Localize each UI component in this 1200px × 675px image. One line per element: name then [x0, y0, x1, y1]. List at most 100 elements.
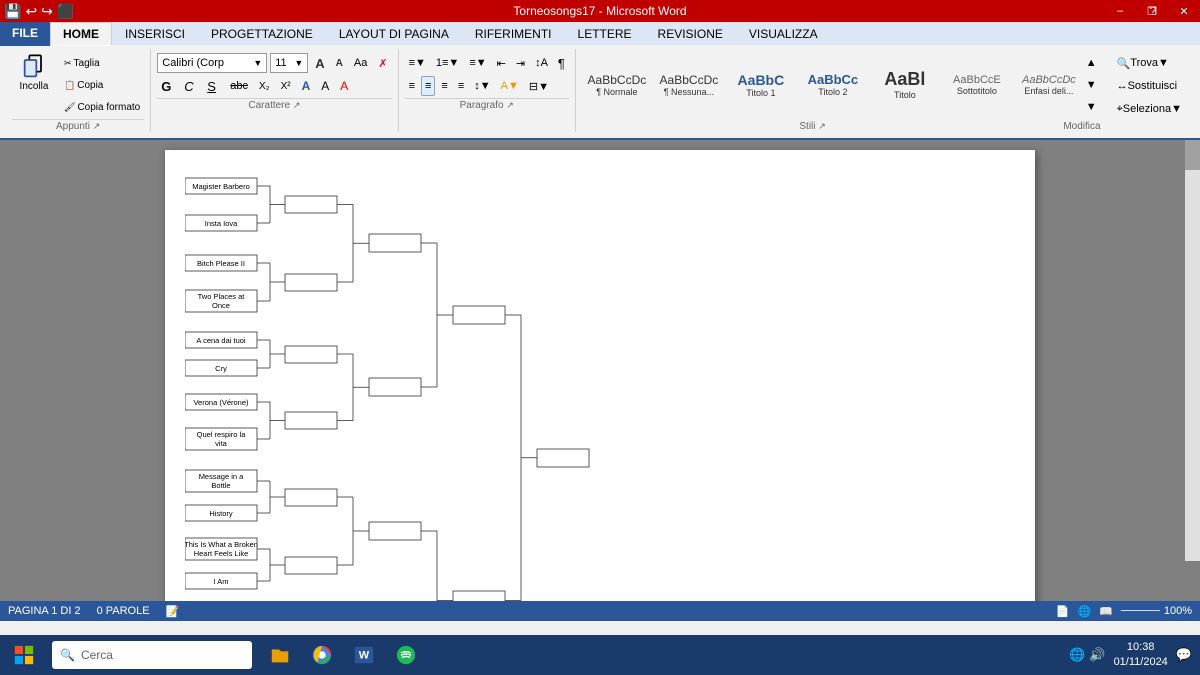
document-area: Magister Barbero Insta Iova Bitch Please… [0, 140, 1200, 601]
strikethrough-button[interactable]: abc [226, 76, 252, 96]
taskbar-word[interactable]: W [344, 635, 384, 675]
tab-layout[interactable]: LAYOUT DI PAGINA [326, 22, 462, 46]
svg-text:Once: Once [212, 301, 230, 310]
style-none[interactable]: AaBbCcDc ¶ Nessuna... [654, 59, 724, 111]
window-title: Torneosongs17 - Microsoft Word [513, 4, 686, 18]
clear-format-button[interactable]: ✗ [374, 53, 391, 73]
system-tray: 🌐 🔊 [1069, 647, 1105, 663]
minimize-button[interactable]: – [1104, 0, 1136, 22]
align-left-button[interactable]: ≡ [405, 76, 419, 96]
svg-text:Bottle: Bottle [211, 481, 230, 490]
style-emphasis[interactable]: AaBbCcDc Enfasi deli... [1014, 59, 1080, 111]
find-button[interactable]: 🔍 Trova ▼ [1113, 53, 1186, 73]
tab-home[interactable]: HOME [50, 22, 112, 46]
search-icon: 🔍 [60, 648, 75, 662]
vertical-scrollbar[interactable] [1185, 140, 1200, 561]
restore-button[interactable]: ❐ [1136, 0, 1168, 22]
close-button[interactable]: ✕ [1168, 0, 1200, 22]
notification-icon[interactable]: 💬 [1176, 647, 1192, 663]
tab-revisione[interactable]: REVISIONE [645, 22, 736, 46]
font-shrink-button[interactable]: A [332, 53, 347, 73]
styles-scroll-down[interactable]: ▼ [1082, 75, 1101, 95]
align-right-button[interactable]: ≡ [437, 76, 451, 96]
highlight-color-button[interactable]: A [317, 76, 333, 96]
style-title[interactable]: AaBl Titolo [870, 59, 940, 111]
font-name-display: Calibri (Corp [162, 57, 224, 69]
subscript-button[interactable]: X₂ [255, 76, 274, 96]
window-controls-left: 💾 ↩ ↪ ⬛ [4, 3, 74, 20]
search-placeholder: Cerca [81, 648, 113, 662]
shading-button[interactable]: A▼ [497, 76, 523, 96]
show-marks-button[interactable]: ¶ [554, 53, 569, 73]
sort-button[interactable]: ↕A [531, 53, 552, 73]
taskbar-spotify[interactable] [386, 635, 426, 675]
scrollbar-thumb[interactable] [1185, 140, 1200, 170]
decrease-indent-button[interactable]: ⇤ [493, 53, 510, 73]
view-read-icon[interactable]: 📖 [1099, 605, 1113, 618]
style-normal[interactable]: AaBbCcDc ¶ Normale [582, 59, 652, 111]
underline-button[interactable]: S [203, 76, 223, 96]
svg-text:Magister Barbero: Magister Barbero [192, 182, 250, 191]
volume-icon[interactable]: 🔊 [1089, 647, 1105, 663]
bullets-button[interactable]: ≡▼ [405, 53, 430, 73]
paragraph-group: ≡▼ 1≡▼ ≡▼ ⇤ ⇥ ↕A ¶ ≡ ≡ ≡ ≡ ↕▼ A▼ ⊟▼ [401, 49, 576, 132]
styles-more[interactable]: ▼ [1082, 97, 1101, 117]
font-size-dropdown-icon: ▼ [294, 58, 303, 68]
svg-text:Verona (Vérone): Verona (Vérone) [193, 398, 249, 407]
taskbar-file-explorer[interactable] [260, 635, 300, 675]
select-button[interactable]: ⌖ Seleziona ▼ [1113, 99, 1186, 119]
text-effect-button[interactable]: A [298, 76, 315, 96]
font-name-dropdown-icon: ▼ [253, 58, 262, 68]
font-color-button[interactable]: A [336, 76, 352, 96]
tab-progettazione[interactable]: PROGETTAZIONE [198, 22, 326, 46]
clipboard-label: Appunti ↗ [12, 119, 144, 132]
view-print-icon[interactable]: 📄 [1056, 605, 1070, 618]
cut-button[interactable]: ✂ Taglia [60, 53, 144, 73]
tab-file[interactable]: FILE [0, 22, 50, 46]
styles-scroll-up[interactable]: ▲ [1082, 53, 1101, 73]
start-button[interactable] [0, 635, 48, 675]
tab-lettere[interactable]: LETTERE [565, 22, 645, 46]
bold-button[interactable]: G [157, 76, 177, 96]
change-case-button[interactable]: Aa [350, 53, 371, 73]
font-group-label: Carattere ↗ [157, 98, 391, 111]
increase-indent-button[interactable]: ⇥ [512, 53, 529, 73]
multilevel-list-button[interactable]: ≡▼ [465, 53, 490, 73]
paste-label: Incolla [20, 81, 49, 92]
numbering-button[interactable]: 1≡▼ [432, 53, 463, 73]
format-label: Copia formato [77, 102, 140, 113]
font-grow-button[interactable]: A [311, 53, 328, 73]
style-title1[interactable]: AaBbC Titolo 1 [726, 59, 796, 111]
svg-text:Two Places at: Two Places at [198, 292, 246, 301]
tab-visualizza[interactable]: VISUALIZZA [736, 22, 831, 46]
paste-button[interactable]: Incolla [12, 49, 56, 96]
word-count: 0 PAROLE [97, 605, 150, 617]
font-size-selector[interactable]: 11 ▼ [270, 53, 308, 73]
font-group: Calibri (Corp ▼ 11 ▼ A A Aa ✗ G C S [153, 49, 398, 132]
border-button[interactable]: ⊟▼ [525, 76, 553, 96]
justify-button[interactable]: ≡ [454, 76, 468, 96]
line-spacing-button[interactable]: ↕▼ [470, 76, 494, 96]
network-icon[interactable]: 🌐 [1069, 647, 1085, 663]
superscript-button[interactable]: X² [277, 76, 295, 96]
document-page[interactable]: Magister Barbero Insta Iova Bitch Please… [165, 150, 1035, 601]
copy-button[interactable]: 📋 Copia [60, 75, 144, 95]
tab-riferimenti[interactable]: RIFERIMENTI [462, 22, 565, 46]
zoom-slider[interactable]: ───── 100% [1121, 605, 1192, 617]
taskbar-search[interactable]: 🔍 Cerca [52, 641, 252, 669]
format-painter-button[interactable]: 🖌 Copia formato [60, 97, 144, 117]
italic-button[interactable]: C [180, 76, 200, 96]
replace-button[interactable]: ↔ Sostituisci [1113, 76, 1186, 96]
svg-text:Bitch Please II: Bitch Please II [197, 259, 245, 268]
taskbar-right: 🌐 🔊 10:38 01/11/2024 💬 [1069, 640, 1200, 671]
style-subtitle[interactable]: AaBbCcE Sottotitolo [942, 59, 1012, 111]
font-name-selector[interactable]: Calibri (Corp ▼ [157, 53, 267, 73]
svg-text:History: History [209, 509, 233, 518]
view-web-icon[interactable]: 🌐 [1077, 605, 1091, 618]
svg-text:A cena dai tuoi: A cena dai tuoi [196, 336, 246, 345]
tab-inserisci[interactable]: INSERISCI [112, 22, 198, 46]
svg-text:Message in a: Message in a [199, 472, 244, 481]
align-center-button[interactable]: ≡ [421, 76, 435, 96]
style-title2[interactable]: AaBbCc Titolo 2 [798, 59, 868, 111]
taskbar-chrome[interactable] [302, 635, 342, 675]
